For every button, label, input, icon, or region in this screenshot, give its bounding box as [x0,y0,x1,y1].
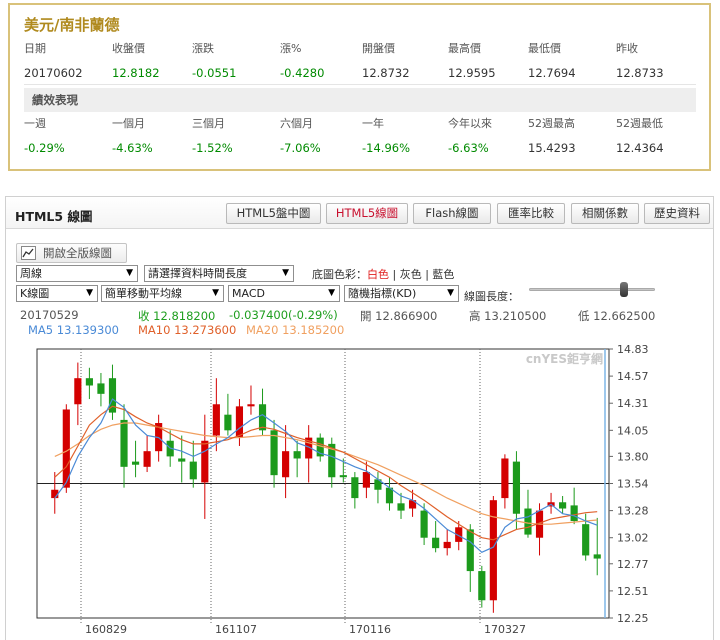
perf-value-week: -0.29% [24,141,65,155]
quote-panel: 美元/南非蘭德 日期 收盤價 漲跌 漲% 開盤價 最高價 最低價 昨收 2017… [8,3,711,171]
header-open: 開盤價 [362,42,395,55]
candle-body [293,451,301,459]
y-tick-label: 12.77 [617,558,649,571]
y-tick-label: 14.31 [617,397,649,410]
x-tick-label: 170327 [484,623,526,636]
header-low: 最低價 [528,42,561,55]
perf-value-52w-low: 12.4364 [616,141,664,155]
candle-body [420,510,428,538]
candle-body [478,571,486,601]
header-close: 收盤價 [112,42,145,55]
watermark: cnYES鉅亨網 [526,351,603,366]
y-tick-label: 12.25 [617,612,649,625]
candle-body [351,477,359,499]
value-prev-close: 12.8733 [616,66,664,80]
candle-body [224,414,232,431]
candle-body [212,404,220,436]
y-tick-label: 14.83 [617,343,649,356]
value-low: 12.7694 [528,66,576,80]
value-change-pct: -0.4280 [280,66,325,80]
value-close: 12.8182 [112,66,160,80]
y-tick-label: 14.05 [617,424,649,437]
candle-body [432,537,440,549]
candle-body [362,472,370,488]
header-prev-close: 昨收 [616,42,638,55]
value-change: -0.0551 [192,66,237,80]
candle-body [201,440,209,483]
quote-title: 美元/南非蘭德 [24,16,120,34]
candle-body [524,508,532,535]
perf-header-ytd: 今年以來 [448,117,492,130]
candle-body [270,430,278,476]
candle-body [74,378,82,405]
candle-body [247,404,255,407]
perf-header-6month: 六個月 [280,117,313,130]
y-tick-label: 14.57 [617,370,649,383]
candle-body [501,458,509,499]
perf-value-3month: -1.52% [192,141,233,155]
performance-header-row: 一週 一個月 三個月 六個月 一年 今年以來 52週最高 52週最低 [24,112,696,136]
perf-value-month: -4.63% [112,141,153,155]
header-change: 漲跌 [192,42,214,55]
y-tick-label: 12.51 [617,585,649,598]
candle-body [282,451,290,478]
candle-body [85,378,93,386]
candle-body [189,461,197,480]
chart-panel: HTML5 線圖 HTML5盤中圖 HTML5線圖 Flash線圖 匯率比較 相… [5,196,714,640]
perf-value-year: -14.96% [362,141,410,155]
x-tick-label: 160829 [85,623,127,636]
candlestick-chart[interactable]: cnYES鉅亨網 160829 161107 170116 170327 14.83 14.… [6,197,713,640]
candle-body [593,554,601,559]
candle-body [131,461,140,465]
candle-body [397,503,405,511]
header-high: 最高價 [448,42,481,55]
value-high: 12.9595 [448,66,496,80]
candle-body [559,502,567,509]
candle-body [97,383,105,394]
perf-header-52w-high: 52週最高 [528,117,575,130]
y-tick-label: 13.28 [617,505,649,518]
candle-body [570,505,578,522]
candle-body [582,524,590,556]
y-tick-label: 13.02 [617,532,649,545]
header-change-pct: 漲% [280,42,302,55]
header-date: 日期 [24,42,46,55]
performance-value-row: -0.29% -4.63% -1.52% -7.06% -14.96% -6.6… [24,136,696,160]
perf-value-6month: -7.06% [280,141,321,155]
candle-body [443,541,451,549]
value-date: 20170602 [24,66,83,80]
candle-body [178,458,186,462]
candle-body [339,475,347,478]
performance-band: 績效表現 [24,88,696,112]
performance-title: 績效表現 [32,93,78,107]
quote-header-row: 日期 收盤價 漲跌 漲% 開盤價 最高價 最低價 昨收 [24,37,696,61]
perf-header-52w-low: 52週最低 [616,117,663,130]
perf-value-ytd: -6.63% [448,141,489,155]
candle-body [489,500,497,601]
candle-body [466,529,474,572]
candle-body [143,451,151,467]
candle-body [235,406,244,438]
y-tick-label: 13.54 [617,478,649,491]
y-tick-label: 13.80 [617,450,649,463]
perf-header-week: 一週 [24,117,46,130]
candle-body [258,404,267,431]
perf-header-3month: 三個月 [192,117,225,130]
quote-value-row: 20170602 12.8182 -0.0551 -0.4280 12.8732… [24,61,696,85]
candle-body [120,419,128,467]
perf-header-month: 一個月 [112,117,145,130]
candle-body [512,461,521,514]
x-tick-label: 170116 [349,623,391,636]
perf-value-52w-high: 15.4293 [528,141,576,155]
perf-header-year: 一年 [362,117,384,130]
value-open: 12.8732 [362,66,410,80]
x-tick-label: 161107 [215,623,257,636]
